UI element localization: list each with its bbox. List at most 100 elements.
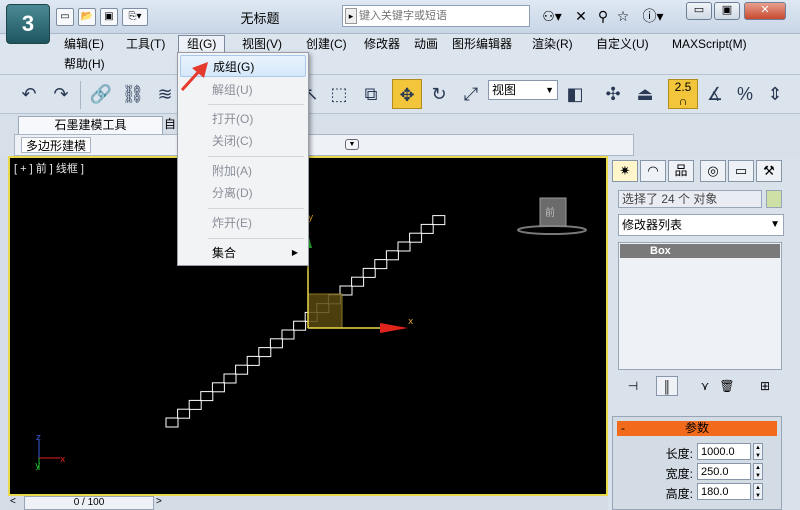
stair-box[interactable] [362, 267, 376, 278]
menu-item-explode[interactable]: 炸开(E) [180, 212, 306, 234]
app-logo[interactable]: 3 [6, 4, 50, 44]
binoculars-icon[interactable]: ⚇▾ [538, 7, 566, 25]
tab-graphite-modeling[interactable]: 石墨建模工具 [18, 116, 163, 134]
menu-item-close[interactable]: 关闭(C) [180, 130, 306, 152]
communication-icon[interactable]: ⚲ [594, 7, 612, 25]
stair-box[interactable] [211, 382, 225, 393]
selection-info[interactable]: 选择了 24 个 对象 [618, 190, 762, 208]
menu-edit[interactable]: 编辑(E) [56, 36, 112, 52]
stair-box[interactable] [420, 223, 434, 234]
menu-help[interactable]: 帮助(H) [56, 56, 113, 72]
param-length-input[interactable] [697, 443, 751, 460]
menu-item-detach[interactable]: 分离(D) [180, 182, 306, 204]
window-crossing-icon[interactable]: ⧉ [356, 79, 386, 109]
select-and-scale-icon[interactable]: ⤢ [456, 79, 486, 109]
help-icon[interactable]: ⓘ▾ [638, 7, 668, 25]
ribbon-minimize-icon[interactable]: ▼ [345, 139, 359, 150]
favorites-star-icon[interactable]: ☆ [614, 7, 632, 25]
menu-create[interactable]: 创建(C) [298, 36, 355, 52]
time-slider-next[interactable]: > [156, 496, 162, 507]
stair-box[interactable] [223, 373, 237, 384]
menu-animation[interactable]: 动画 [406, 36, 446, 52]
stair-box[interactable] [188, 399, 202, 410]
menu-item-assembly[interactable]: 集合 ▶ [180, 242, 306, 264]
search-input[interactable] [359, 8, 527, 24]
time-slider-prev[interactable]: < [10, 496, 16, 507]
undo-icon[interactable]: ↶ [14, 79, 44, 109]
use-pivot-center-icon[interactable]: ◧ [560, 79, 590, 109]
stair-box[interactable] [177, 408, 191, 419]
search-box[interactable]: ▸ [342, 5, 530, 27]
select-and-link-icon[interactable]: 🔗 [86, 79, 116, 109]
percent-snap-icon[interactable]: % [730, 79, 760, 109]
create-tab-icon[interactable]: ✷ [612, 160, 638, 182]
menu-item-open[interactable]: 打开(O) [180, 108, 306, 130]
minimize-button[interactable]: ▭ [686, 2, 712, 20]
stair-box[interactable] [374, 259, 388, 270]
parameters-header[interactable]: - 参数 [617, 421, 777, 436]
menu-customize[interactable]: 自定义(U) [588, 36, 657, 52]
configure-modifier-sets-icon[interactable]: ⊞ [754, 376, 776, 396]
object-color-swatch[interactable] [766, 190, 782, 208]
stair-box[interactable] [165, 417, 179, 428]
hierarchy-tab-icon[interactable]: 品 [668, 160, 694, 182]
close-button[interactable]: ✕ [744, 2, 786, 20]
select-and-manipulate-icon[interactable]: ✣ [598, 79, 628, 109]
subscription-icon[interactable]: ✕ [572, 7, 590, 25]
select-and-rotate-icon[interactable]: ↻ [424, 79, 454, 109]
unlink-icon[interactable]: ⛓ [118, 79, 148, 109]
select-and-move-icon[interactable]: ✥ [392, 79, 422, 109]
project-folder-icon[interactable]: ⎘▾ [122, 8, 148, 26]
bind-space-warp-icon[interactable]: ≋ [150, 79, 180, 109]
stair-box[interactable] [200, 391, 214, 402]
stack-item-box[interactable]: Box [620, 244, 780, 258]
spinner-snap-icon[interactable]: ⇕ [760, 79, 790, 109]
new-file-icon[interactable]: ▭ [56, 8, 74, 26]
param-width-spinner[interactable]: ▲ ▼ [753, 463, 763, 480]
time-slider[interactable]: 0 / 100 [24, 496, 154, 510]
reference-coordinate-dropdown[interactable]: 视图 ▼ [488, 80, 558, 100]
maximize-button[interactable]: ▣ [714, 2, 740, 20]
menu-tools[interactable]: 工具(T) [118, 36, 173, 52]
param-height-input[interactable] [697, 483, 751, 500]
stair-box[interactable] [235, 364, 249, 375]
angle-snap-icon[interactable]: ∡ [700, 79, 730, 109]
search-toggle-icon[interactable]: ▸ [345, 8, 357, 24]
stair-box[interactable] [351, 276, 365, 287]
stair-box[interactable] [246, 355, 260, 366]
remove-modifier-icon[interactable]: 🗑 [716, 376, 738, 396]
make-unique-icon[interactable]: ⋎ [694, 376, 716, 396]
param-width-input[interactable] [697, 463, 751, 480]
menu-rendering[interactable]: 渲染(R) [524, 36, 581, 52]
keyboard-shortcut-override-icon[interactable]: ⏏ [630, 79, 660, 109]
stair-box[interactable] [281, 329, 295, 340]
display-tab-icon[interactable]: ▭ [728, 160, 754, 182]
stair-box[interactable] [269, 338, 283, 349]
stair-box[interactable] [432, 215, 446, 226]
rect-selection-icon[interactable]: ⬚ [324, 79, 354, 109]
menu-modifiers[interactable]: 修改器 [356, 36, 408, 52]
stair-box[interactable] [385, 250, 399, 261]
menu-maxscript[interactable]: MAXScript(M) [664, 36, 755, 52]
modifier-list-dropdown[interactable]: 修改器列表 ▼ [618, 214, 784, 236]
save-icon[interactable]: ▣ [100, 8, 118, 26]
stair-box[interactable] [409, 232, 423, 243]
pin-stack-icon[interactable]: ⊣ [622, 376, 644, 396]
motion-tab-icon[interactable]: ◎ [700, 160, 726, 182]
tab-polygon-modeling[interactable]: 多边形建模 [21, 137, 92, 153]
param-height-spinner[interactable]: ▲ ▼ [753, 483, 763, 500]
menu-item-attach[interactable]: 附加(A) [180, 160, 306, 182]
stair-box[interactable] [258, 347, 272, 358]
modify-tab-icon[interactable]: ◠ [640, 160, 666, 182]
snap-toggle[interactable]: 2.5 ∩ [668, 79, 698, 109]
menu-view[interactable]: 视图(V) [234, 36, 290, 52]
param-length-spinner[interactable]: ▲ ▼ [753, 443, 763, 460]
stair-box[interactable] [397, 241, 411, 252]
redo-icon[interactable]: ↷ [46, 79, 76, 109]
open-file-icon[interactable]: 📂 [78, 8, 96, 26]
show-end-result-icon[interactable]: ║ [656, 376, 678, 396]
menu-graph-editors[interactable]: 图形编辑器 [444, 36, 520, 52]
menu-group[interactable]: 组(G) [178, 35, 226, 53]
stair-box[interactable] [293, 320, 307, 331]
utilities-tab-icon[interactable]: ⚒ [756, 160, 782, 182]
